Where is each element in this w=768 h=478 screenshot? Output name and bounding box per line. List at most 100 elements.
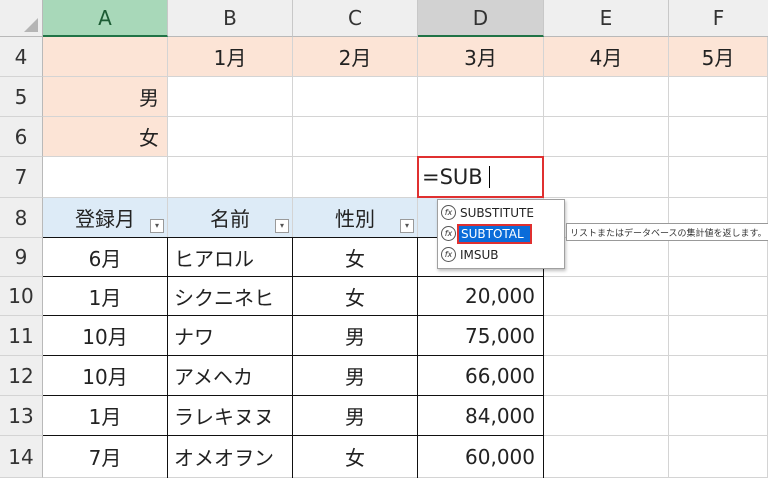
- filter-dropdown-icon[interactable]: ▾: [150, 219, 164, 233]
- cell-f6[interactable]: [669, 117, 768, 157]
- cell-d4[interactable]: 3月: [418, 37, 544, 77]
- table-header-name[interactable]: 名前 ▾: [168, 198, 293, 238]
- table-row[interactable]: 7月: [43, 436, 168, 478]
- cell-f4[interactable]: 5月: [669, 37, 768, 77]
- row-header-6[interactable]: 6: [0, 117, 43, 157]
- column-header-c[interactable]: C: [293, 0, 418, 37]
- table-cell-name[interactable]: ナワ: [168, 316, 293, 356]
- function-icon: fx: [441, 205, 456, 220]
- table-cell-name[interactable]: オメオヲン: [168, 436, 293, 478]
- cell-e11[interactable]: [544, 316, 669, 356]
- table-cell-name[interactable]: シクニネヒ: [168, 277, 293, 316]
- table-border: [43, 276, 544, 277]
- row-header-5[interactable]: 5: [0, 77, 43, 117]
- autocomplete-item-substitute[interactable]: fx SUBSTITUTE: [441, 203, 561, 222]
- table-cell-name[interactable]: アメヘカ: [168, 356, 293, 396]
- cell-b4[interactable]: 1月: [168, 37, 293, 77]
- function-tooltip: リストまたはデータベースの集計値を返します。: [566, 223, 768, 241]
- cell-e10[interactable]: [544, 277, 669, 316]
- cell-f10[interactable]: [669, 277, 768, 316]
- cell-e14[interactable]: [544, 436, 669, 478]
- table-cell-name[interactable]: ラレキヌヌ: [168, 396, 293, 436]
- autocomplete-label: SUBTOTAL: [457, 223, 532, 244]
- cell-e4[interactable]: 4月: [544, 37, 669, 77]
- table-cell-gender[interactable]: 女: [293, 277, 418, 316]
- function-icon: fx: [441, 247, 456, 262]
- table-row[interactable]: 1月: [43, 277, 168, 316]
- table-cell-gender[interactable]: 男: [293, 396, 418, 436]
- row-header-8[interactable]: 8: [0, 198, 43, 238]
- table-cell-amount[interactable]: 84,000: [418, 396, 544, 436]
- cell-f12[interactable]: [669, 356, 768, 396]
- table-cell-gender[interactable]: 男: [293, 356, 418, 396]
- function-icon: fx: [441, 226, 456, 241]
- table-cell-name[interactable]: ヒアロル: [168, 238, 293, 277]
- table-header-name-label: 名前: [210, 207, 250, 231]
- autocomplete-label: IMSUB: [460, 247, 499, 262]
- row-header-7[interactable]: 7: [0, 157, 43, 198]
- table-cell-amount[interactable]: 75,000: [418, 316, 544, 356]
- cell-e12[interactable]: [544, 356, 669, 396]
- column-header-d[interactable]: D: [418, 0, 544, 37]
- cell-b7[interactable]: [168, 157, 293, 198]
- cell-f7[interactable]: [669, 157, 768, 198]
- table-header-month-label: 登録月: [75, 207, 135, 231]
- filter-dropdown-icon[interactable]: ▾: [400, 219, 414, 233]
- row-header-9[interactable]: 9: [0, 238, 43, 277]
- table-cell-amount[interactable]: 66,000: [418, 356, 544, 396]
- cell-f9[interactable]: [669, 238, 768, 277]
- cell-c4[interactable]: 2月: [293, 37, 418, 77]
- table-border: [43, 355, 544, 356]
- table-header-month[interactable]: 登録月 ▾: [43, 198, 168, 238]
- table-border: [167, 238, 168, 478]
- table-border: [417, 238, 418, 478]
- table-row[interactable]: 10月: [43, 356, 168, 396]
- cell-d5[interactable]: [418, 77, 544, 117]
- cell-b6[interactable]: [168, 117, 293, 157]
- table-cell-amount[interactable]: 60,000: [418, 436, 544, 478]
- cell-f14[interactable]: [669, 436, 768, 478]
- column-header-e[interactable]: E: [544, 0, 669, 37]
- column-header-b[interactable]: B: [168, 0, 293, 37]
- autocomplete-item-subtotal[interactable]: fx SUBTOTAL: [441, 223, 561, 244]
- cell-d6[interactable]: [418, 117, 544, 157]
- column-header-a[interactable]: A: [43, 0, 168, 37]
- cell-a4[interactable]: [43, 37, 168, 77]
- cell-e5[interactable]: [544, 77, 669, 117]
- table-row[interactable]: 6月: [43, 238, 168, 277]
- cell-e7[interactable]: [544, 157, 669, 198]
- cell-a6[interactable]: 女: [43, 117, 168, 157]
- row-header-11[interactable]: 11: [0, 316, 43, 356]
- select-all-button[interactable]: [0, 0, 43, 37]
- table-cell-amount[interactable]: 20,000: [418, 277, 544, 316]
- autocomplete-label: SUBSTITUTE: [460, 205, 534, 220]
- cell-c5[interactable]: [293, 77, 418, 117]
- function-autocomplete-list[interactable]: fx SUBSTITUTE fx SUBTOTAL fx IMSUB: [437, 199, 565, 269]
- spreadsheet-grid: A B C D E F 4 5 6 7 8 9 10 11 12 13 14 1…: [0, 0, 768, 478]
- row-header-12[interactable]: 12: [0, 356, 43, 396]
- table-cell-gender[interactable]: 男: [293, 316, 418, 356]
- cell-e13[interactable]: [544, 396, 669, 436]
- table-cell-gender[interactable]: 女: [293, 436, 418, 478]
- row-header-4[interactable]: 4: [0, 37, 43, 77]
- cell-a7[interactable]: [43, 157, 168, 198]
- column-header-f[interactable]: F: [669, 0, 768, 37]
- cell-f11[interactable]: [669, 316, 768, 356]
- table-row[interactable]: 1月: [43, 396, 168, 436]
- row-header-14[interactable]: 14: [0, 436, 43, 478]
- cell-b5[interactable]: [168, 77, 293, 117]
- table-row[interactable]: 10月: [43, 316, 168, 356]
- filter-dropdown-icon[interactable]: ▾: [275, 219, 289, 233]
- cell-e6[interactable]: [544, 117, 669, 157]
- cell-f5[interactable]: [669, 77, 768, 117]
- row-header-13[interactable]: 13: [0, 396, 43, 436]
- table-border: [43, 435, 544, 436]
- cell-c7[interactable]: [293, 157, 418, 198]
- cell-f13[interactable]: [669, 396, 768, 436]
- row-header-10[interactable]: 10: [0, 277, 43, 316]
- autocomplete-item-imsub[interactable]: fx IMSUB: [441, 245, 561, 264]
- table-cell-gender[interactable]: 女: [293, 238, 418, 277]
- cell-c6[interactable]: [293, 117, 418, 157]
- table-header-gender[interactable]: 性別 ▾: [293, 198, 418, 238]
- cell-a5[interactable]: 男: [43, 77, 168, 117]
